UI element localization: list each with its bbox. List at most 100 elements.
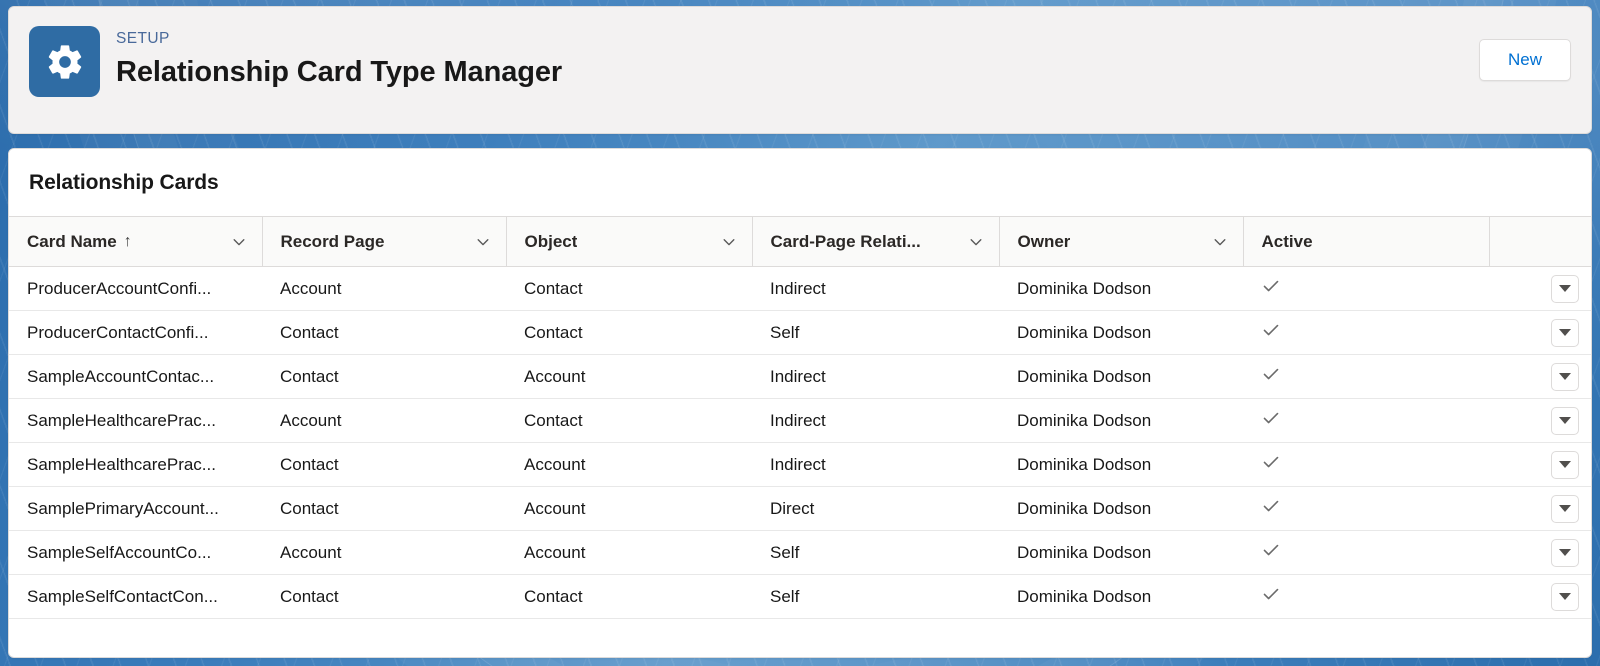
cell-card-name: SampleSelfAccountCo... bbox=[9, 530, 262, 575]
cell-card-page-relationship: Indirect bbox=[752, 266, 999, 311]
cell-card-page-relationship: Self bbox=[752, 310, 999, 355]
table-row[interactable]: ProducerContactConfi... Contact Contact Sel… bbox=[9, 310, 1591, 355]
chevron-down-icon[interactable] bbox=[967, 233, 985, 251]
column-header-inner: Card-Page Relati... bbox=[771, 232, 985, 252]
table-scroll-region: Card Name ↑ Record Page Object Card-Page Rel… bbox=[9, 216, 1591, 657]
caret-down-icon bbox=[1559, 461, 1571, 468]
cell-active bbox=[1243, 442, 1489, 487]
cell-row-actions bbox=[1489, 310, 1591, 355]
list-card-title: Relationship Cards bbox=[29, 170, 219, 194]
row-actions-menu-button[interactable] bbox=[1551, 406, 1579, 435]
check-icon bbox=[1261, 584, 1281, 604]
column-header-label: Owner bbox=[1018, 232, 1071, 252]
column-header-card-name[interactable]: Card Name ↑ bbox=[9, 216, 263, 267]
column-header-record-page[interactable]: Record Page bbox=[262, 216, 507, 267]
cell-owner: Dominika Dodson bbox=[999, 310, 1243, 355]
check-icon bbox=[1261, 276, 1281, 296]
setup-page: SETUP Relationship Card Type Manager New… bbox=[0, 0, 1600, 666]
chevron-down-icon[interactable] bbox=[230, 233, 248, 251]
relationship-cards-table: Card Name ↑ Record Page Object Card-Page Rel… bbox=[9, 216, 1591, 619]
cell-card-name: ProducerAccountConfi... bbox=[9, 266, 262, 311]
chevron-down-icon[interactable] bbox=[720, 233, 738, 251]
table-body: ProducerAccountConfi... Account Contact Ind… bbox=[9, 266, 1591, 619]
table-row[interactable]: SampleAccountContac... Contact Account Indi… bbox=[9, 354, 1591, 399]
column-header-active[interactable]: Active bbox=[1243, 216, 1490, 267]
table-row[interactable]: SampleSelfContactCon... Contact Contact Sel… bbox=[9, 574, 1591, 619]
caret-down-icon bbox=[1559, 329, 1571, 336]
sort-ascending-icon: ↑ bbox=[123, 232, 132, 250]
cell-card-page-relationship: Indirect bbox=[752, 398, 999, 443]
check-icon bbox=[1261, 496, 1281, 516]
cell-owner: Dominika Dodson bbox=[999, 398, 1243, 443]
column-header-text: Owner bbox=[1017, 231, 1071, 251]
chevron-down-icon[interactable] bbox=[474, 233, 492, 251]
column-header-actions bbox=[1489, 216, 1591, 267]
column-header-object[interactable]: Object bbox=[506, 216, 753, 267]
row-actions-menu-button[interactable] bbox=[1551, 362, 1579, 391]
cell-card-name: SampleSelfContactCon... bbox=[9, 574, 262, 619]
cell-object: Account bbox=[506, 486, 752, 531]
column-header-inner: Record Page bbox=[281, 232, 492, 252]
cell-owner: Dominika Dodson bbox=[999, 354, 1243, 399]
cell-active bbox=[1243, 530, 1489, 575]
table-row[interactable]: SampleHealthcarePrac... Account Contact Ind… bbox=[9, 398, 1591, 443]
table-header-row: Card Name ↑ Record Page Object Card-Page Rel… bbox=[9, 216, 1591, 267]
cell-owner: Dominika Dodson bbox=[999, 530, 1243, 575]
cell-object: Contact bbox=[506, 310, 752, 355]
cell-card-name: SamplePrimaryAccount... bbox=[9, 486, 262, 531]
table-row[interactable]: SampleSelfAccountCo... Account Account Self… bbox=[9, 530, 1591, 575]
cell-owner: Dominika Dodson bbox=[999, 442, 1243, 487]
cell-record-page: Account bbox=[262, 266, 506, 311]
cell-row-actions bbox=[1489, 486, 1591, 531]
column-header-label: Card-Page Relati... bbox=[771, 232, 921, 252]
column-header-label: Active bbox=[1262, 232, 1313, 252]
cell-card-name: ProducerContactConfi... bbox=[9, 310, 262, 355]
cell-object: Contact bbox=[506, 266, 752, 311]
column-header-card-page-relati[interactable]: Card-Page Relati... bbox=[752, 216, 1000, 267]
new-button[interactable]: New bbox=[1479, 39, 1571, 81]
cell-active bbox=[1243, 310, 1489, 355]
row-actions-menu-button[interactable] bbox=[1551, 318, 1579, 347]
cell-record-page: Contact bbox=[262, 574, 506, 619]
relationship-cards-card: Relationship Cards Card Name ↑ Record Page… bbox=[8, 148, 1592, 658]
cell-active bbox=[1243, 354, 1489, 399]
setup-page-header: SETUP Relationship Card Type Manager New bbox=[8, 6, 1592, 134]
cell-row-actions bbox=[1489, 266, 1591, 311]
cell-object: Contact bbox=[506, 398, 752, 443]
table-row[interactable]: ProducerAccountConfi... Account Contact Ind… bbox=[9, 266, 1591, 311]
row-actions-menu-button[interactable] bbox=[1551, 450, 1579, 479]
setup-gear-icon bbox=[29, 26, 100, 97]
cell-row-actions bbox=[1489, 574, 1591, 619]
cell-active bbox=[1243, 574, 1489, 619]
caret-down-icon bbox=[1559, 373, 1571, 380]
cell-record-page: Account bbox=[262, 398, 506, 443]
caret-down-icon bbox=[1559, 285, 1571, 292]
column-header-inner: Object bbox=[525, 232, 738, 252]
table-row[interactable]: SampleHealthcarePrac... Contact Account Ind… bbox=[9, 442, 1591, 487]
table-row[interactable]: SamplePrimaryAccount... Contact Account Dir… bbox=[9, 486, 1591, 531]
chevron-down-icon[interactable] bbox=[1211, 233, 1229, 251]
column-header-label: Card Name ↑ bbox=[27, 232, 132, 252]
header-title-group: SETUP Relationship Card Type Manager bbox=[116, 26, 562, 89]
check-icon bbox=[1261, 540, 1281, 560]
cell-active bbox=[1243, 398, 1489, 443]
table-header-row-group: Card Name ↑ Record Page Object Card-Page Rel… bbox=[9, 216, 1591, 267]
column-header-text: Card-Page Relati... bbox=[770, 231, 921, 251]
caret-down-icon bbox=[1559, 549, 1571, 556]
cell-card-name: SampleHealthcarePrac... bbox=[9, 398, 262, 443]
page-title: Relationship Card Type Manager bbox=[116, 55, 563, 88]
cell-row-actions bbox=[1489, 530, 1591, 575]
cell-row-actions bbox=[1489, 398, 1591, 443]
column-header-text: Card Name bbox=[27, 231, 117, 251]
cell-active bbox=[1243, 486, 1489, 531]
row-actions-menu-button[interactable] bbox=[1551, 538, 1579, 567]
cell-card-page-relationship: Direct bbox=[752, 486, 999, 531]
column-header-owner[interactable]: Owner bbox=[999, 216, 1244, 267]
cell-object: Account bbox=[506, 354, 752, 399]
row-actions-menu-button[interactable] bbox=[1551, 274, 1579, 303]
row-actions-menu-button[interactable] bbox=[1551, 494, 1579, 523]
column-header-inner: Active bbox=[1262, 232, 1475, 252]
cell-card-name: SampleHealthcarePrac... bbox=[9, 442, 262, 487]
cell-object: Account bbox=[506, 530, 752, 575]
row-actions-menu-button[interactable] bbox=[1551, 582, 1579, 611]
